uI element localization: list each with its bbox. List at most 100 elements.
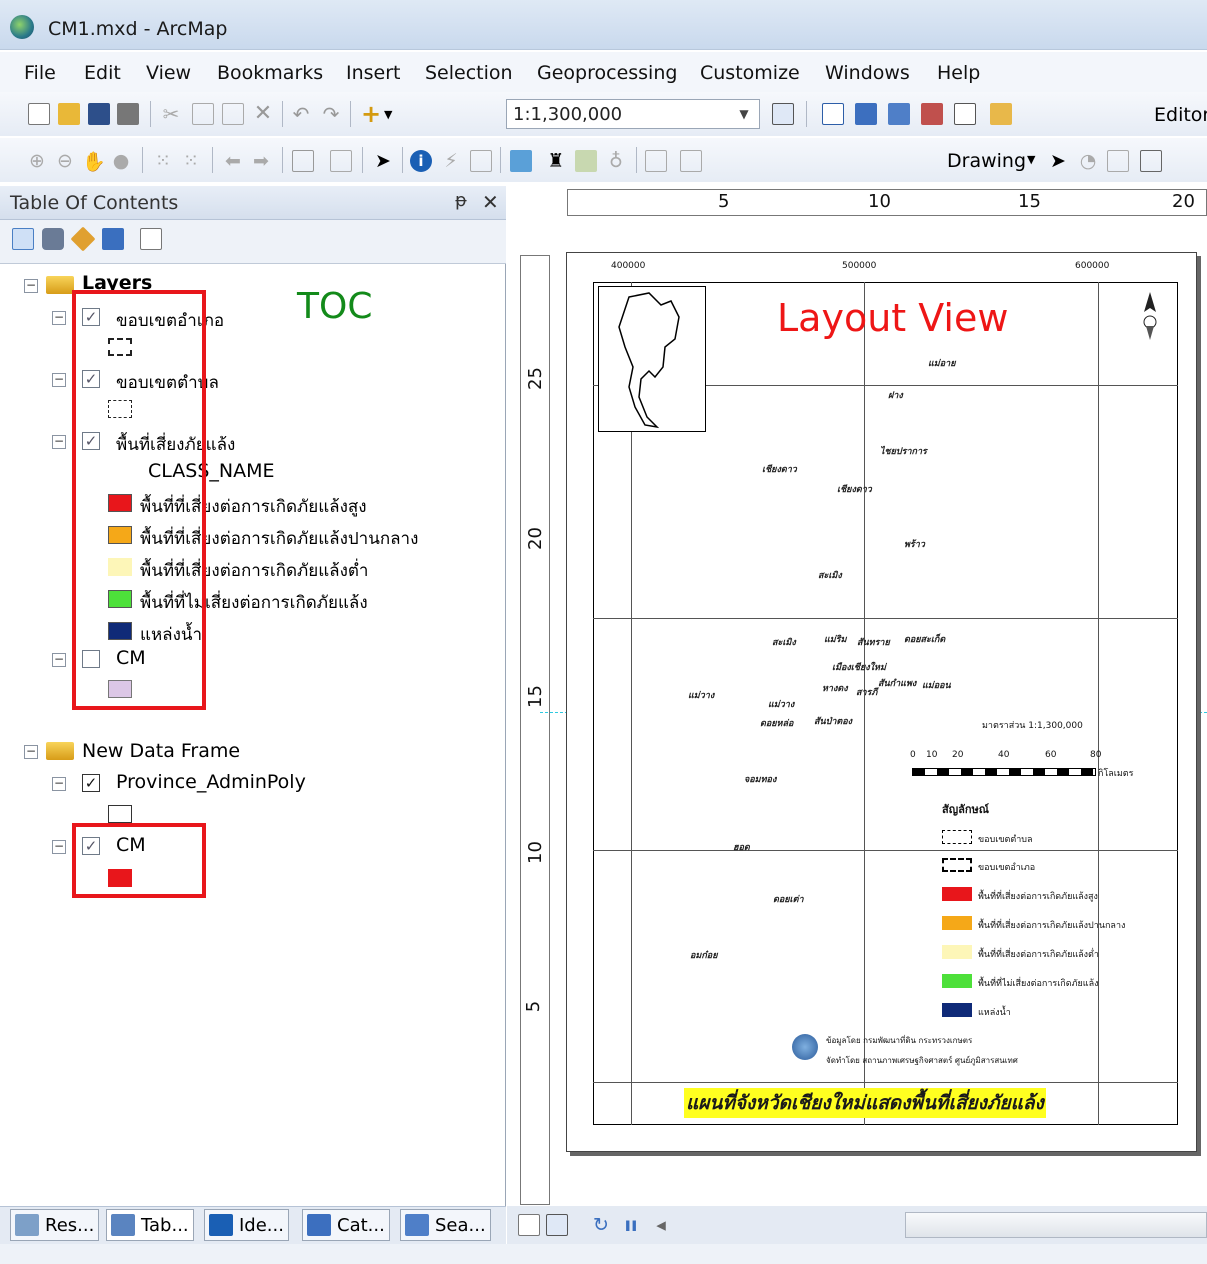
add-data-icon[interactable]: +: [360, 102, 382, 126]
menu-bookmarks[interactable]: Bookmarks: [217, 62, 323, 84]
menu-customize[interactable]: Customize: [700, 62, 800, 84]
fixed-zoom-out-icon[interactable]: ⁙: [180, 150, 202, 172]
copy-icon[interactable]: [192, 103, 214, 125]
hyperlink-icon[interactable]: ⚡: [440, 150, 462, 172]
place-label: จอมทอง: [744, 775, 777, 785]
menu-geoprocessing[interactable]: Geoprocessing: [537, 62, 677, 84]
toc-tab-icon: [111, 1214, 135, 1236]
tab-table-of-contents[interactable]: Tab...: [106, 1209, 194, 1241]
paste-icon[interactable]: [222, 103, 244, 125]
rotate-icon[interactable]: ◔: [1077, 150, 1099, 172]
map-scale-input[interactable]: 1:1,300,000: [506, 99, 760, 129]
coord-label: 400000: [611, 261, 646, 271]
create-viewer-icon[interactable]: [680, 150, 702, 172]
select-features-icon[interactable]: [292, 150, 314, 172]
rectangle-icon[interactable]: [1140, 150, 1162, 172]
fixed-zoom-in-icon[interactable]: ⁙: [152, 150, 174, 172]
hruler-label: 10: [868, 191, 891, 212]
collapse-layers-icon[interactable]: −: [24, 279, 38, 293]
search-window-icon[interactable]: [888, 103, 910, 125]
zoom-out-icon[interactable]: ⊖: [54, 150, 76, 172]
undo-icon[interactable]: ↶: [290, 103, 312, 125]
tab-identify[interactable]: Ide...: [204, 1209, 289, 1241]
tab-results[interactable]: Res...: [10, 1209, 100, 1241]
select-elements-icon[interactable]: ➤: [372, 150, 394, 172]
collapse-province-icon[interactable]: −: [52, 777, 66, 791]
layout-view-button[interactable]: [546, 1214, 568, 1236]
legend-item: พื้นที่ที่เสี่ยงต่อการเกิดภัยแล้งต่ำ: [978, 950, 1099, 960]
modelbuilder-icon[interactable]: [990, 103, 1012, 125]
catalog-window-icon[interactable]: [855, 103, 877, 125]
new-data-frame-label[interactable]: New Data Frame: [82, 740, 240, 762]
clear-selection-icon[interactable]: [330, 150, 352, 172]
redo-icon[interactable]: ↷: [320, 103, 342, 125]
back-extent-icon[interactable]: ⬅: [222, 150, 244, 172]
scroll-left-icon[interactable]: ◂: [650, 1214, 672, 1236]
add-data-dropdown-icon[interactable]: ▼: [384, 108, 392, 121]
python-window-icon[interactable]: [954, 103, 976, 125]
open-folder-icon[interactable]: [58, 103, 80, 125]
collapse-tambon-icon[interactable]: −: [52, 373, 66, 387]
save-icon[interactable]: [88, 103, 110, 125]
find-icon[interactable]: ♜: [545, 150, 567, 172]
menu-insert[interactable]: Insert: [346, 62, 401, 84]
arctoolbox-icon[interactable]: [921, 103, 943, 125]
measure-icon[interactable]: [510, 150, 532, 172]
province-layer-label[interactable]: Province_AdminPoly: [116, 771, 306, 793]
place-label: สันทราย: [857, 638, 890, 648]
menu-windows[interactable]: Windows: [825, 62, 910, 84]
drawing-menu[interactable]: Drawing: [947, 150, 1026, 172]
collapse-cm-icon[interactable]: −: [52, 653, 66, 667]
pan-icon[interactable]: ✋: [82, 150, 106, 173]
inset-thailand-map[interactable]: [598, 286, 706, 432]
toc-title: Table Of Contents: [10, 192, 179, 214]
province-symbol[interactable]: [108, 805, 132, 823]
close-icon[interactable]: ✕: [482, 190, 499, 214]
layers-dataframe-icon: [46, 276, 74, 294]
arcmap-app-icon: [10, 15, 34, 39]
scale-dropdown-icon[interactable]: ▼: [732, 102, 756, 126]
select-pointer-icon[interactable]: ➤: [1047, 150, 1069, 172]
delete-icon[interactable]: ✕: [252, 103, 274, 125]
zoom-whole-page-icon[interactable]: [1107, 150, 1129, 172]
data-view-button[interactable]: [518, 1214, 540, 1236]
collapse-cm2-icon[interactable]: −: [52, 840, 66, 854]
drawing-dropdown-icon[interactable]: ▼: [1027, 153, 1035, 166]
collapse-dataframe-icon[interactable]: −: [24, 745, 38, 759]
menu-view[interactable]: View: [146, 62, 191, 84]
pin-icon[interactable]: ᵽ: [455, 190, 467, 211]
pause-drawing-icon[interactable]: ıı: [620, 1214, 642, 1236]
html-popup-icon[interactable]: [470, 150, 492, 172]
print-icon[interactable]: [117, 103, 139, 125]
collapse-amphoe-icon[interactable]: −: [52, 311, 66, 325]
editor-toolbar-icon[interactable]: [772, 103, 794, 125]
full-extent-icon[interactable]: ●: [110, 150, 132, 172]
tab-results-label: Res...: [45, 1215, 95, 1236]
list-by-selection-icon[interactable]: [102, 228, 124, 250]
list-by-drawing-order-icon[interactable]: [12, 228, 34, 250]
options-icon[interactable]: [140, 228, 162, 250]
status-bar: [0, 1244, 1207, 1264]
forward-extent-icon[interactable]: ➡: [250, 150, 272, 172]
tab-catalog[interactable]: Cat...: [302, 1209, 390, 1241]
cut-icon[interactable]: ✂: [160, 103, 182, 125]
refresh-icon[interactable]: ↻: [590, 1214, 612, 1236]
tab-search[interactable]: Sea...: [400, 1209, 491, 1241]
identify-icon[interactable]: i: [410, 150, 432, 172]
go-to-xy-icon[interactable]: ♁: [605, 150, 627, 172]
list-by-source-icon[interactable]: [42, 228, 64, 250]
new-document-icon[interactable]: [28, 103, 50, 125]
menu-selection[interactable]: Selection: [425, 62, 513, 84]
menu-edit[interactable]: Edit: [84, 62, 121, 84]
toc-window-icon[interactable]: [822, 103, 844, 125]
collapse-drought-icon[interactable]: −: [52, 435, 66, 449]
editor-menu[interactable]: Editor: [1154, 104, 1207, 126]
menu-help[interactable]: Help: [937, 62, 980, 84]
province-visibility-checkbox[interactable]: ✓: [82, 774, 100, 792]
zoom-in-icon[interactable]: ⊕: [26, 150, 48, 172]
horizontal-scrollbar[interactable]: [905, 1212, 1207, 1238]
map-title[interactable]: แผนที่จังหวัดเชียงใหม่แสดงพื้นที่เสี่ยงภ…: [684, 1088, 1046, 1118]
menu-file[interactable]: File: [24, 62, 56, 84]
time-slider-icon[interactable]: [645, 150, 667, 172]
find-route-icon[interactable]: [575, 150, 597, 172]
